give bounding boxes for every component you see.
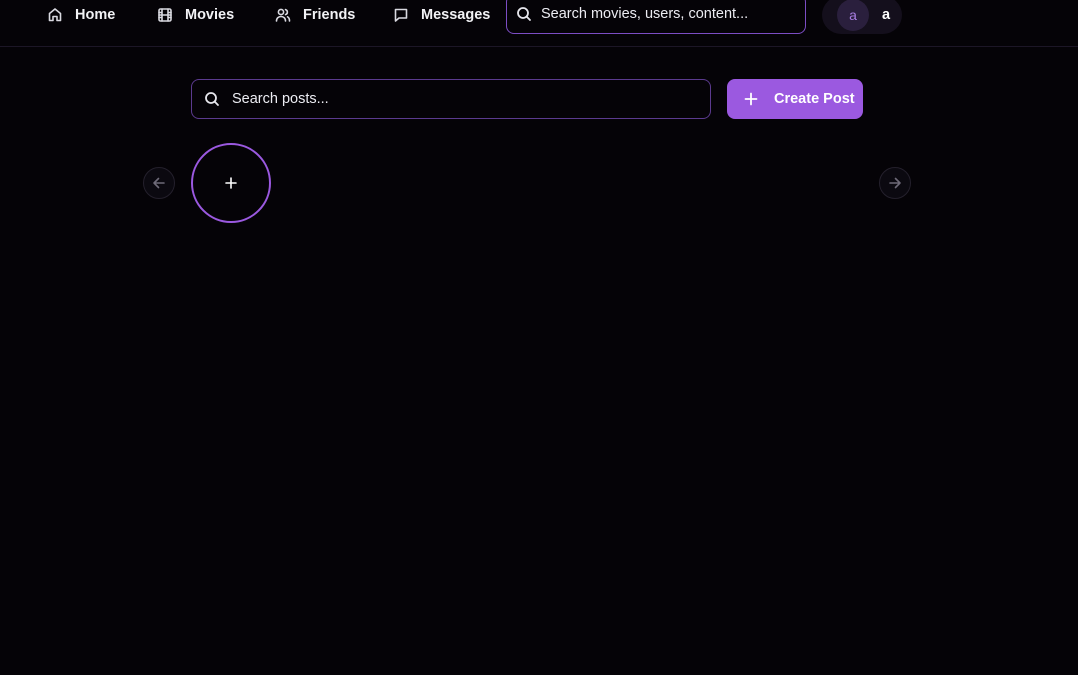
post-search-field[interactable]	[191, 79, 711, 119]
add-story-button[interactable]	[191, 143, 271, 223]
message-icon	[394, 8, 408, 22]
search-icon	[205, 92, 219, 106]
global-search-field[interactable]	[506, 0, 806, 34]
nav-home-label: Home	[75, 7, 116, 23]
nav-home[interactable]: Home	[47, 0, 115, 30]
home-icon	[48, 8, 62, 22]
arrow-left-icon	[153, 177, 165, 189]
nav-movies[interactable]: Movies	[157, 0, 234, 30]
plus-icon	[225, 177, 237, 189]
nav-movies-label: Movies	[185, 7, 235, 23]
arrow-right-icon	[889, 177, 901, 189]
nav-friends[interactable]: Friends	[275, 0, 355, 30]
create-post-button[interactable]: Create Post	[727, 79, 863, 119]
user-name: a	[882, 7, 891, 23]
stories-next-button[interactable]	[879, 167, 911, 199]
film-icon	[158, 8, 172, 22]
nav-messages[interactable]: Messages	[393, 0, 490, 30]
nav-messages-label: Messages	[421, 7, 491, 23]
user-menu[interactable]: a a	[822, 0, 902, 34]
create-post-label: Create Post	[774, 91, 855, 107]
search-icon	[517, 7, 531, 21]
nav-friends-label: Friends	[303, 7, 356, 23]
plus-icon	[744, 92, 758, 106]
post-search-input[interactable]	[232, 91, 672, 107]
global-search-input[interactable]	[541, 6, 781, 22]
stories-prev-button[interactable]	[143, 167, 175, 199]
top-navigation-bar: Home Movies Friends Messages a a	[0, 0, 1078, 47]
users-icon	[275, 8, 291, 22]
avatar: a	[837, 0, 869, 31]
